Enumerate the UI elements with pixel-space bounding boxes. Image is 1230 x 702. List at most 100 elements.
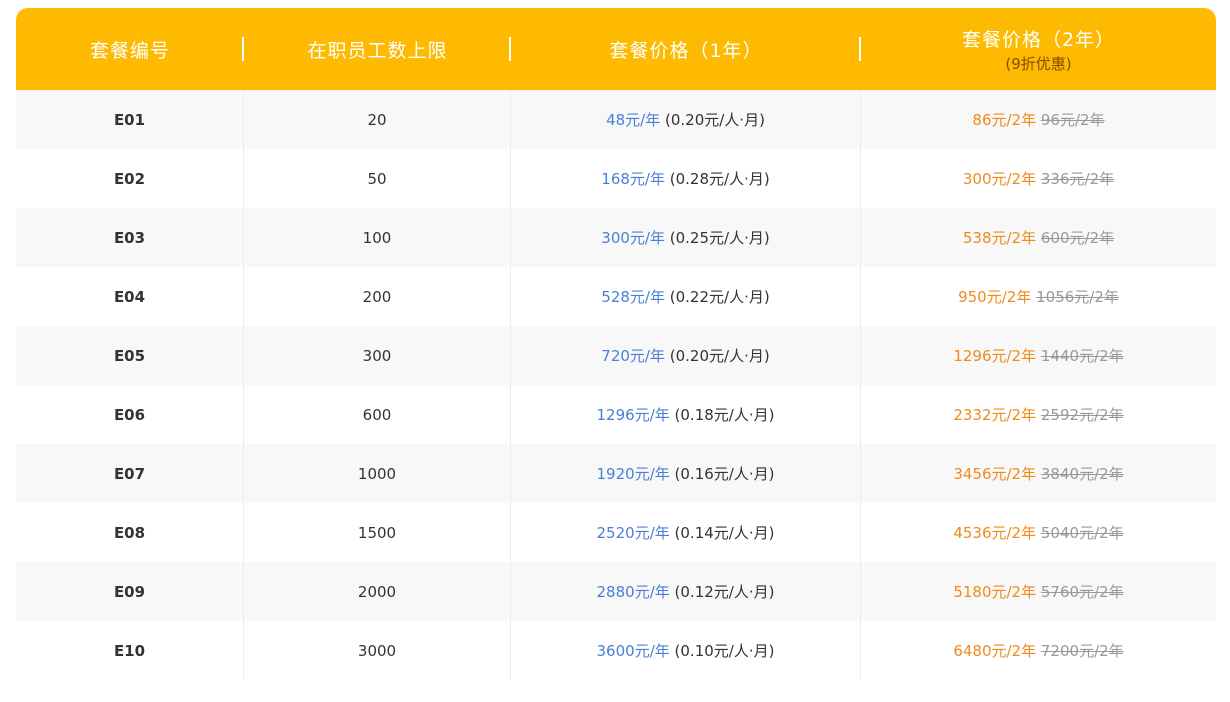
price-1-year-cell: 1920元/年 (0.16元/人·月)	[511, 444, 861, 503]
price-1-year: 528元/年	[601, 288, 665, 306]
original-price-2-year: 600元/2年	[1040, 229, 1115, 247]
price-1-year: 2880元/年	[596, 583, 670, 601]
employee-limit: 1000	[357, 464, 397, 483]
price-1-year-cell: 2520元/年 (0.14元/人·月)	[511, 503, 861, 562]
employee-limit: 20	[367, 110, 387, 129]
package-code: E06	[113, 405, 146, 424]
price-2-year-cell: 2332元/2年 2592元/2年	[861, 385, 1216, 444]
package-code: E03	[113, 228, 146, 247]
price-1-year: 1296元/年	[596, 406, 670, 424]
employee-limit: 1500	[357, 523, 397, 542]
price-per-person-month: (0.20元/人·月)	[665, 111, 765, 129]
price-2-year: 3456元/2年	[953, 465, 1037, 483]
price-2-year: 950元/2年	[958, 288, 1032, 306]
price-1-year-cell: 48元/年 (0.20元/人·月)	[511, 90, 861, 149]
original-price-2-year: 5760元/2年	[1040, 583, 1124, 601]
table-row: E05 300 720元/年 (0.20元/人·月) 1296元/2年 1440元/2…	[16, 326, 1216, 385]
price-2-year: 5180元/2年	[953, 583, 1037, 601]
header-price-1-year-label: 套餐价格（1年）	[609, 39, 763, 62]
package-code: E08	[113, 523, 146, 542]
price-2-year-cell: 538元/2年 600元/2年	[861, 208, 1216, 267]
price-1-year-cell: 1296元/年 (0.18元/人·月)	[511, 385, 861, 444]
header-price-2-year: 套餐价格（2年） (9折优惠)	[861, 8, 1216, 90]
price-1-year-cell: 528元/年 (0.22元/人·月)	[511, 267, 861, 326]
table-row: E03 100 300元/年 (0.25元/人·月) 538元/2年 600元/2年	[16, 208, 1216, 267]
price-2-year: 1296元/2年	[953, 347, 1037, 365]
price-1-year-cell: 2880元/年 (0.12元/人·月)	[511, 562, 861, 621]
header-package-code-label: 套餐编号	[89, 39, 170, 62]
price-2-year: 538元/2年	[962, 229, 1037, 247]
employee-limit: 3000	[357, 641, 397, 660]
package-code-cell: E03	[16, 208, 244, 267]
package-code-cell: E08	[16, 503, 244, 562]
header-package-code: 套餐编号	[16, 8, 244, 90]
price-per-person-month: (0.10元/人·月)	[674, 642, 775, 660]
price-per-person-month: (0.25元/人·月)	[669, 229, 770, 247]
price-per-person-month: (0.14元/人·月)	[674, 524, 775, 542]
employee-limit-cell: 20	[244, 90, 511, 149]
price-1-year-cell: 3600元/年 (0.10元/人·月)	[511, 621, 861, 680]
original-price-2-year: 1440元/2年	[1040, 347, 1124, 365]
table-row: E10 3000 3600元/年 (0.10元/人·月) 6480元/2年 7200元…	[16, 621, 1216, 680]
employee-limit: 50	[367, 169, 387, 188]
price-1-year: 2520元/年	[596, 524, 670, 542]
price-2-year: 6480元/2年	[953, 642, 1037, 660]
price-per-person-month: (0.28元/人·月)	[669, 170, 770, 188]
package-code-cell: E04	[16, 267, 244, 326]
price-2-year: 86元/2年	[972, 111, 1037, 129]
pricing-table: 套餐编号 在职员工数上限 套餐价格（1年） 套餐价格（2年） (9折优惠) E0…	[16, 8, 1216, 680]
table-header: 套餐编号 在职员工数上限 套餐价格（1年） 套餐价格（2年） (9折优惠)	[16, 8, 1216, 90]
original-price-2-year: 1056元/2年	[1036, 288, 1119, 306]
table-row: E06 600 1296元/年 (0.18元/人·月) 2332元/2年 2592元/…	[16, 385, 1216, 444]
original-price-2-year: 3840元/2年	[1040, 465, 1124, 483]
price-2-year: 4536元/2年	[953, 524, 1037, 542]
package-code: E01	[113, 110, 146, 129]
header-price-1-year: 套餐价格（1年）	[511, 8, 861, 90]
employee-limit: 200	[362, 287, 392, 306]
table-row: E02 50 168元/年 (0.28元/人·月) 300元/2年 336元/2年	[16, 149, 1216, 208]
price-1-year: 300元/年	[601, 229, 665, 247]
package-code-cell: E01	[16, 90, 244, 149]
package-code-cell: E10	[16, 621, 244, 680]
price-1-year: 720元/年	[601, 347, 665, 365]
employee-limit-cell: 200	[244, 267, 511, 326]
price-2-year-cell: 5180元/2年 5760元/2年	[861, 562, 1216, 621]
price-2-year-cell: 86元/2年 96元/2年	[861, 90, 1216, 149]
original-price-2-year: 5040元/2年	[1040, 524, 1124, 542]
price-1-year-cell: 168元/年 (0.28元/人·月)	[511, 149, 861, 208]
package-code-cell: E02	[16, 149, 244, 208]
employee-limit: 100	[362, 228, 392, 247]
price-2-year-cell: 4536元/2年 5040元/2年	[861, 503, 1216, 562]
employee-limit-cell: 1500	[244, 503, 511, 562]
table-row: E08 1500 2520元/年 (0.14元/人·月) 4536元/2年 5040元…	[16, 503, 1216, 562]
price-1-year-cell: 720元/年 (0.20元/人·月)	[511, 326, 861, 385]
employee-limit-cell: 300	[244, 326, 511, 385]
header-employee-limit-label: 在职员工数上限	[307, 39, 448, 62]
table-row: E04 200 528元/年 (0.22元/人·月) 950元/2年 1056元/2年	[16, 267, 1216, 326]
employee-limit: 300	[362, 346, 392, 365]
employee-limit-cell: 50	[244, 149, 511, 208]
employee-limit-cell: 3000	[244, 621, 511, 680]
package-code: E07	[113, 464, 146, 483]
price-per-person-month: (0.16元/人·月)	[674, 465, 775, 483]
employee-limit-cell: 2000	[244, 562, 511, 621]
price-2-year: 300元/2年	[962, 170, 1037, 188]
price-2-year: 2332元/2年	[953, 406, 1037, 424]
price-1-year: 168元/年	[601, 170, 665, 188]
employee-limit-cell: 100	[244, 208, 511, 267]
table-row: E01 20 48元/年 (0.20元/人·月) 86元/2年 96元/2年	[16, 90, 1216, 149]
package-code: E05	[113, 346, 146, 365]
package-code: E04	[113, 287, 146, 306]
employee-limit-cell: 600	[244, 385, 511, 444]
price-2-year-cell: 3456元/2年 3840元/2年	[861, 444, 1216, 503]
package-code-cell: E07	[16, 444, 244, 503]
package-code-cell: E05	[16, 326, 244, 385]
price-per-person-month: (0.20元/人·月)	[669, 347, 770, 365]
package-code-cell: E06	[16, 385, 244, 444]
header-discount-note: (9折优惠)	[1005, 54, 1072, 73]
table-body: E01 20 48元/年 (0.20元/人·月) 86元/2年 96元/2年 E02 50…	[16, 90, 1216, 680]
employee-limit: 2000	[357, 582, 397, 601]
package-code: E02	[113, 169, 146, 188]
price-2-year-cell: 950元/2年 1056元/2年	[861, 267, 1216, 326]
package-code: E09	[113, 582, 146, 601]
